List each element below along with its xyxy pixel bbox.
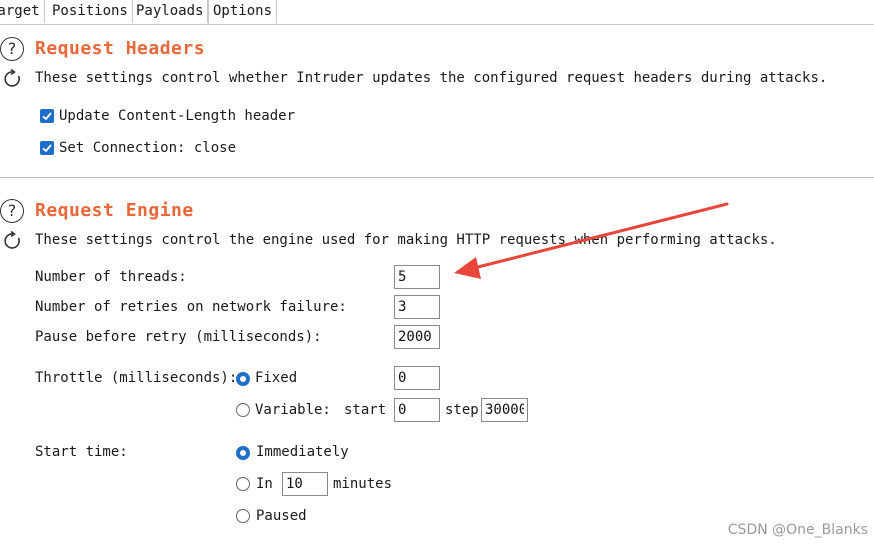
tab-positions[interactable]: Positions: [48, 0, 133, 23]
watermark-text: CSDN @One_Blanks: [727, 522, 868, 538]
refresh-icon[interactable]: [3, 69, 23, 89]
tab-options-label: Options: [213, 3, 273, 19]
tab-bar: Target Positions Payloads Options: [0, 0, 874, 25]
tab-positions-label: Positions: [52, 3, 128, 19]
refresh-icon[interactable]: [3, 231, 23, 251]
throttle-start-label: start: [344, 402, 387, 418]
throttle-step-input[interactable]: [481, 398, 528, 422]
throttle-fixed-radio[interactable]: [236, 372, 250, 386]
start-minutes-label: minutes: [333, 476, 393, 492]
pause-input[interactable]: [394, 325, 440, 349]
throttle-label: Throttle (milliseconds):: [35, 370, 238, 386]
request-engine-title: Request Engine: [35, 200, 194, 221]
request-headers-title: Request Headers: [35, 38, 206, 59]
help-icon[interactable]: ?: [0, 37, 24, 61]
set-connection-close-label[interactable]: Set Connection: close: [59, 140, 236, 156]
pause-label: Pause before retry (milliseconds):: [35, 329, 322, 345]
tab-payloads-label: Payloads: [136, 3, 204, 19]
retries-label: Number of retries on network failure:: [35, 299, 347, 315]
start-immediately-label[interactable]: Immediately: [256, 444, 349, 460]
start-in-minutes-input[interactable]: [282, 472, 328, 496]
throttle-start-input[interactable]: [394, 398, 440, 422]
threads-label: Number of threads:: [35, 269, 187, 285]
start-immediately-radio[interactable]: [236, 446, 250, 460]
request-headers-description: These settings control whether Intruder …: [35, 70, 828, 86]
tab-options[interactable]: Options: [208, 0, 278, 24]
start-in-label[interactable]: In: [256, 476, 273, 492]
tab-payloads[interactable]: Payloads: [132, 0, 209, 23]
throttle-fixed-input[interactable]: [394, 366, 440, 390]
start-time-label: Start time:: [35, 444, 128, 460]
threads-input[interactable]: [394, 265, 440, 289]
throttle-variable-label[interactable]: Variable:: [255, 402, 331, 418]
retries-input[interactable]: [394, 295, 440, 319]
update-content-length-checkbox[interactable]: [40, 109, 54, 123]
throttle-variable-radio[interactable]: [236, 403, 250, 417]
tab-target[interactable]: Target: [0, 0, 45, 23]
start-in-radio[interactable]: [236, 477, 250, 491]
section-divider: [0, 177, 874, 178]
update-content-length-label[interactable]: Update Content-Length header: [59, 108, 295, 124]
help-icon[interactable]: ?: [0, 199, 24, 223]
throttle-step-label: step: [445, 402, 479, 418]
request-engine-description: These settings control the engine used f…: [35, 232, 777, 248]
throttle-fixed-label[interactable]: Fixed: [255, 370, 297, 386]
tab-target-label: Target: [0, 3, 40, 19]
set-connection-close-checkbox[interactable]: [40, 141, 54, 155]
start-paused-radio[interactable]: [236, 509, 250, 523]
start-paused-label[interactable]: Paused: [256, 508, 307, 524]
